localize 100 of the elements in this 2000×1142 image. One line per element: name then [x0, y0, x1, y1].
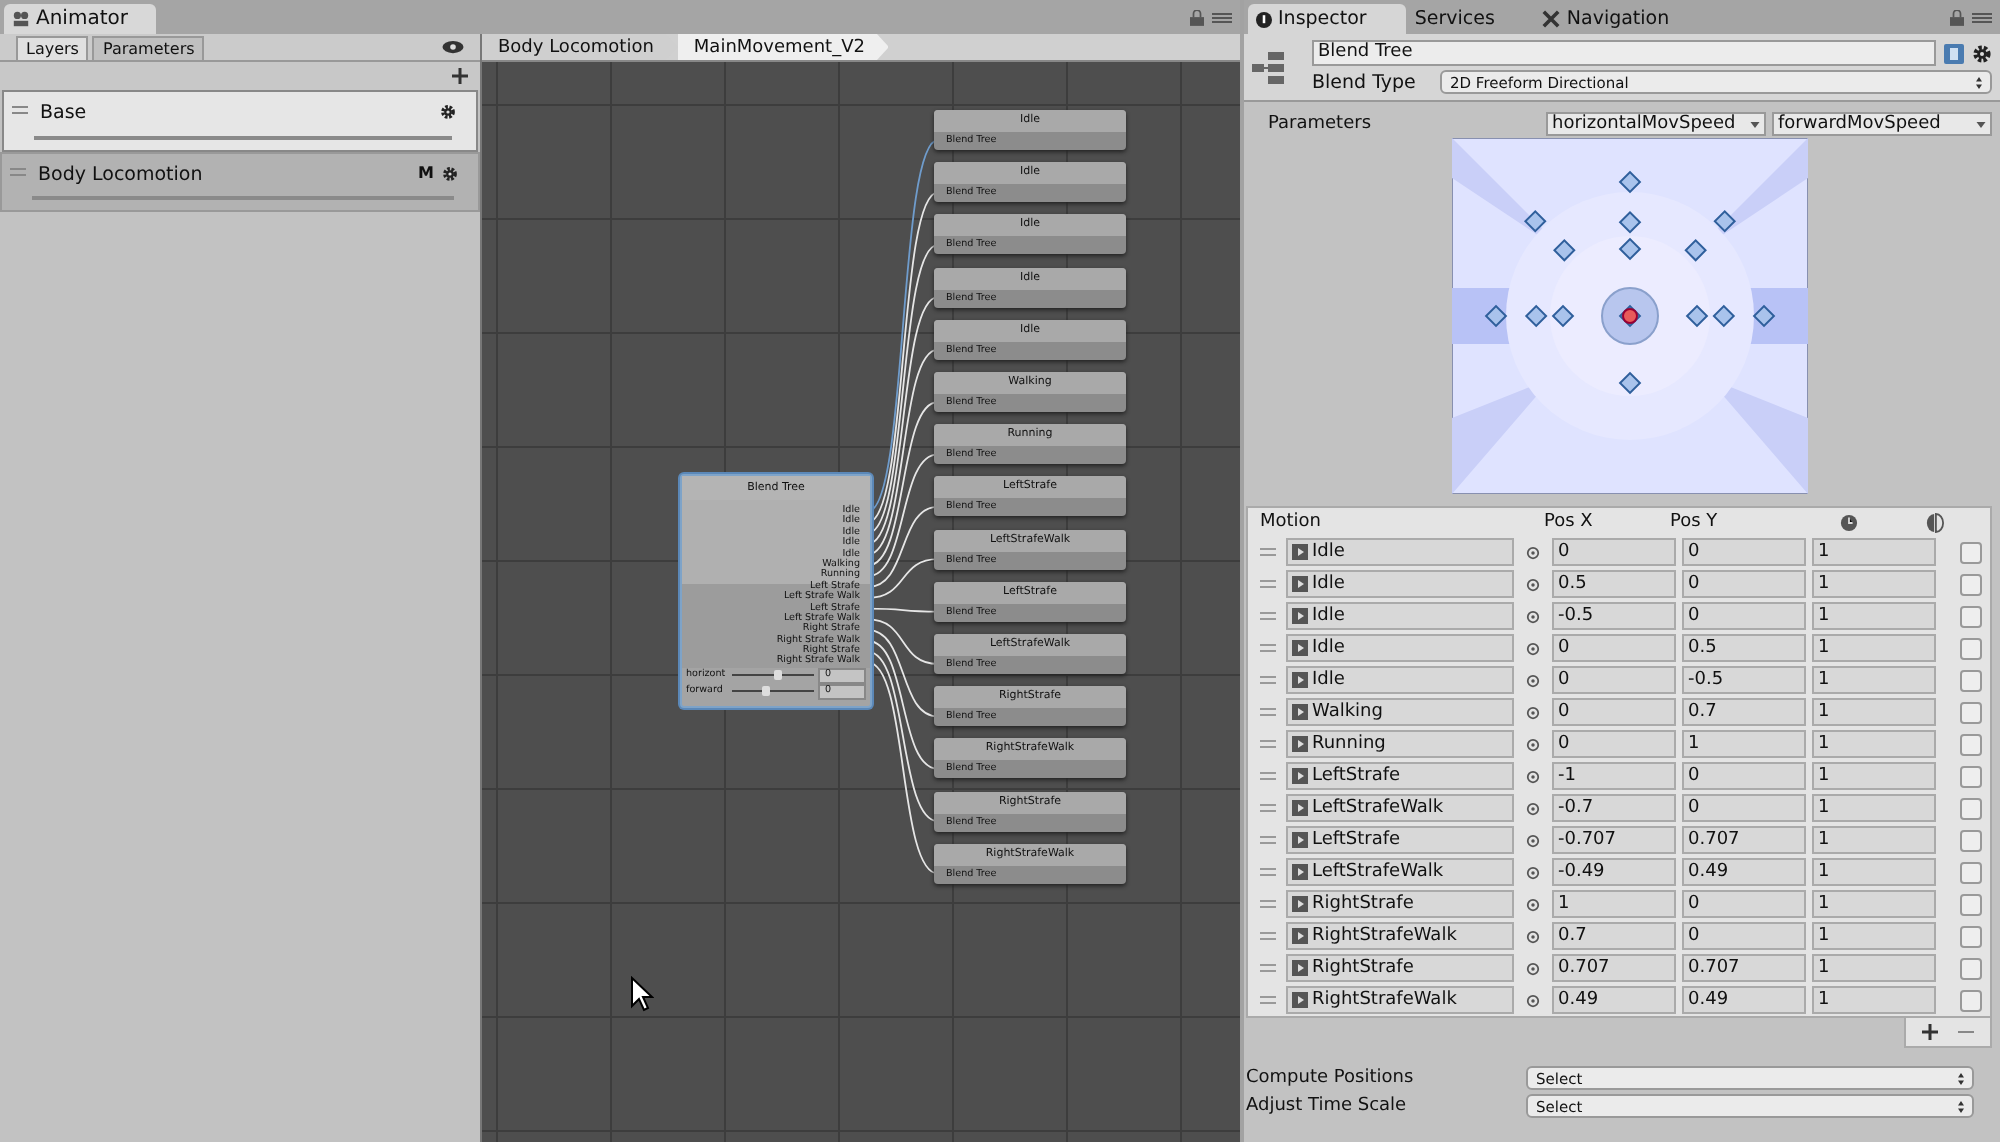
pos-y-field[interactable]: 0.5	[1682, 634, 1806, 662]
drag-handle-icon[interactable]	[1260, 772, 1276, 780]
pos-x-field[interactable]: 1	[1552, 890, 1676, 918]
mirror-checkbox[interactable]	[1960, 733, 1982, 755]
panel-tab[interactable]: Parameters	[92, 36, 205, 60]
motion-field[interactable]: Idle	[1286, 570, 1514, 598]
pos-y-field[interactable]: -0.5	[1682, 666, 1806, 694]
pos-y-field[interactable]: 0	[1682, 602, 1806, 630]
speed-field[interactable]: 1	[1812, 922, 1936, 950]
object-picker-icon[interactable]	[1526, 993, 1540, 1007]
drag-handle-icon[interactable]	[10, 168, 26, 176]
motion-field[interactable]: RightStrafeWalk	[1286, 922, 1514, 950]
drag-handle-icon[interactable]	[1260, 964, 1276, 972]
pos-y-field[interactable]: 0	[1682, 538, 1806, 566]
pos-x-field[interactable]: 0	[1552, 634, 1676, 662]
speed-field[interactable]: 1	[1812, 634, 1936, 662]
mirror-checkbox[interactable]	[1960, 925, 1982, 947]
object-picker-icon[interactable]	[1526, 641, 1540, 655]
breadcrumb-item[interactable]: MainMovement_V2	[677, 34, 889, 60]
drag-handle-icon[interactable]	[1260, 804, 1276, 812]
motion-field[interactable]: Idle	[1286, 538, 1514, 566]
pos-x-field[interactable]: -1	[1552, 762, 1676, 790]
pos-x-field[interactable]: 0.49	[1552, 986, 1676, 1014]
object-picker-icon[interactable]	[1526, 961, 1540, 975]
layer-item[interactable]: Base	[2, 90, 478, 152]
drag-handle-icon[interactable]	[1260, 900, 1276, 908]
object-picker-icon[interactable]	[1526, 897, 1540, 911]
pos-y-field[interactable]: 0	[1682, 570, 1806, 598]
menu-icon[interactable]	[1212, 12, 1232, 24]
menu-icon[interactable]	[1972, 12, 1992, 24]
speed-field[interactable]: 1	[1812, 602, 1936, 630]
slider-thumb[interactable]	[761, 686, 770, 697]
mirror-checkbox[interactable]	[1960, 957, 1982, 979]
drag-handle-icon[interactable]	[1260, 548, 1276, 556]
pos-y-field[interactable]: 0.49	[1682, 986, 1806, 1014]
animator-tab[interactable]: Animator	[4, 4, 156, 34]
pos-y-field[interactable]: 0	[1682, 794, 1806, 822]
mirror-checkbox[interactable]	[1960, 893, 1982, 915]
drag-handle-icon[interactable]	[1260, 868, 1276, 876]
add-layer-button[interactable]	[452, 68, 468, 84]
pos-y-field[interactable]: 0.707	[1682, 954, 1806, 982]
speed-field[interactable]: 1	[1812, 570, 1936, 598]
motion-field[interactable]: Walking	[1286, 698, 1514, 726]
mirror-checkbox[interactable]	[1960, 605, 1982, 627]
drag-handle-icon[interactable]	[1260, 644, 1276, 652]
object-picker-icon[interactable]	[1526, 769, 1540, 783]
object-picker-icon[interactable]	[1526, 609, 1540, 623]
object-picker-icon[interactable]	[1526, 833, 1540, 847]
speed-field[interactable]: 1	[1812, 666, 1936, 694]
speed-field[interactable]: 1	[1812, 954, 1936, 982]
motion-field[interactable]: Idle	[1286, 634, 1514, 662]
speed-field[interactable]: 1	[1812, 794, 1936, 822]
pos-x-field[interactable]: 0.707	[1552, 954, 1676, 982]
settings-icon[interactable]	[440, 104, 456, 120]
mirror-checkbox[interactable]	[1960, 573, 1982, 595]
book-icon[interactable]	[1944, 43, 1964, 63]
drag-handle-icon[interactable]	[1260, 740, 1276, 748]
object-picker-icon[interactable]	[1526, 929, 1540, 943]
motion-field[interactable]: Idle	[1286, 602, 1514, 630]
drag-handle-icon[interactable]	[12, 106, 28, 114]
pos-x-field[interactable]: 0	[1552, 730, 1676, 758]
motion-field[interactable]: LeftStrafeWalk	[1286, 794, 1514, 822]
mirror-checkbox[interactable]	[1960, 765, 1982, 787]
object-picker-icon[interactable]	[1526, 865, 1540, 879]
lock-icon[interactable]	[1950, 10, 1964, 26]
panel-tab[interactable]: Layers	[16, 36, 89, 60]
object-picker-icon[interactable]	[1526, 545, 1540, 559]
graph-canvas[interactable]	[482, 62, 1240, 1142]
motion-field[interactable]: RightStrafe	[1286, 954, 1514, 982]
settings-icon[interactable]	[1972, 43, 1992, 63]
speed-field[interactable]: 1	[1812, 730, 1936, 758]
pos-y-field[interactable]: 0	[1682, 890, 1806, 918]
drag-handle-icon[interactable]	[1260, 708, 1276, 716]
eye-icon[interactable]	[442, 40, 464, 54]
speed-field[interactable]: 1	[1812, 538, 1936, 566]
mirror-checkbox[interactable]	[1960, 669, 1982, 691]
parameter-dropdown[interactable]: horizontalMovSpeed	[1546, 112, 1766, 136]
drag-handle-icon[interactable]	[1260, 580, 1276, 588]
pos-x-field[interactable]: -0.5	[1552, 602, 1676, 630]
drag-handle-icon[interactable]	[1260, 676, 1276, 684]
motion-field[interactable]: LeftStrafe	[1286, 762, 1514, 790]
mirror-checkbox[interactable]	[1960, 637, 1982, 659]
mirror-checkbox[interactable]	[1960, 541, 1982, 563]
speed-field[interactable]: 1	[1812, 826, 1936, 854]
pos-x-field[interactable]: -0.49	[1552, 858, 1676, 886]
speed-field[interactable]: 1	[1812, 858, 1936, 886]
pos-y-field[interactable]: 0	[1682, 922, 1806, 950]
inspector-tab[interactable]: Navigation	[1534, 4, 1710, 34]
pos-x-field[interactable]: -0.7	[1552, 794, 1676, 822]
speed-field[interactable]: 1	[1812, 698, 1936, 726]
speed-field[interactable]: 1	[1812, 986, 1936, 1014]
pos-x-field[interactable]: 0	[1552, 666, 1676, 694]
pos-y-field[interactable]: 0.707	[1682, 826, 1806, 854]
settings-icon[interactable]	[442, 166, 458, 182]
pos-x-field[interactable]: 0.5	[1552, 570, 1676, 598]
mirror-checkbox[interactable]	[1960, 861, 1982, 883]
motion-field[interactable]: RightStrafeWalk	[1286, 986, 1514, 1014]
pos-x-field[interactable]: -0.707	[1552, 826, 1676, 854]
object-picker-icon[interactable]	[1526, 673, 1540, 687]
pos-x-field[interactable]: 0.7	[1552, 922, 1676, 950]
